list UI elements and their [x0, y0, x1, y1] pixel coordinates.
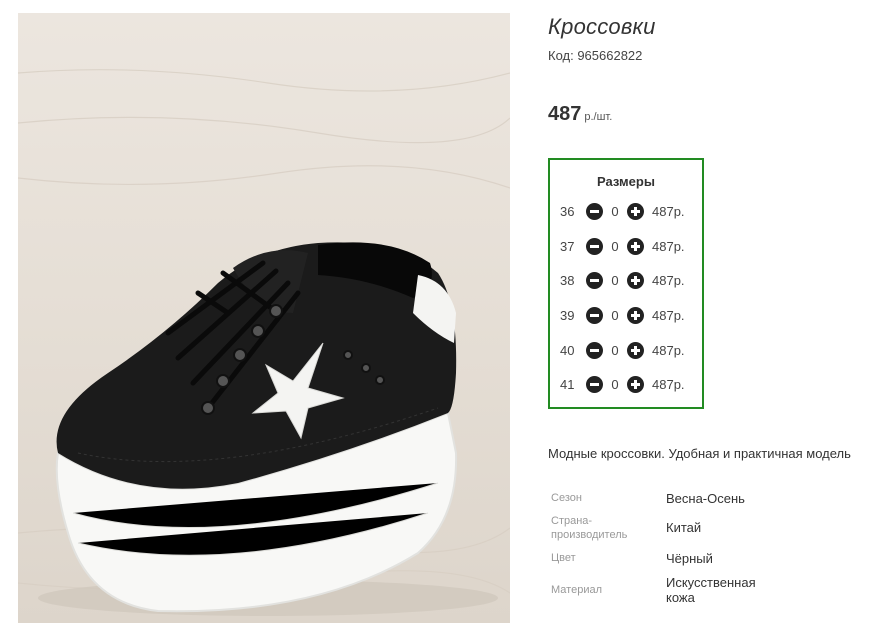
size-row: 36 0 487р.	[560, 201, 685, 221]
size-label: 37	[560, 238, 575, 254]
attr-label-material: Материал	[551, 584, 602, 596]
size-row: 37 0 487р.	[560, 236, 685, 256]
size-label: 38	[560, 272, 575, 288]
plus-icon[interactable]	[627, 306, 644, 324]
attr-value-material: Искусственная кожа	[666, 575, 756, 605]
minus-icon[interactable]	[586, 237, 603, 255]
sneaker-image	[18, 69, 510, 616]
quantity-value: 0	[611, 272, 619, 288]
product-description: Модные кроссовки. Удобная и практичная м…	[548, 446, 851, 461]
plus-icon[interactable]	[627, 341, 644, 359]
quantity-value: 0	[611, 238, 619, 254]
size-label: 36	[560, 203, 575, 219]
minus-icon[interactable]	[586, 271, 603, 289]
quantity-value: 0	[611, 203, 619, 219]
sizes-panel: Размеры 36 0 487р. 37 0 487р. 38 0 487р.…	[548, 158, 704, 409]
size-row: 41 0 487р.	[560, 374, 685, 394]
product-photo[interactable]	[18, 13, 510, 623]
quantity-value: 0	[611, 376, 619, 392]
size-label: 39	[560, 307, 575, 323]
minus-icon[interactable]	[586, 375, 603, 393]
size-row: 38 0 487р.	[560, 270, 685, 290]
plus-icon[interactable]	[627, 237, 644, 255]
size-row: 39 0 487р.	[560, 305, 685, 325]
minus-icon[interactable]	[586, 202, 603, 220]
sizes-title: Размеры	[597, 174, 655, 189]
size-price: 487р.	[652, 203, 685, 219]
price-unit: р./шт.	[584, 111, 613, 123]
size-label: 40	[560, 342, 575, 358]
attr-value-color: Чёрный	[666, 551, 713, 566]
attr-label-country: Страна-производитель	[551, 515, 628, 541]
size-price: 487р.	[652, 238, 685, 254]
attr-value-season: Весна-Осень	[666, 491, 745, 506]
plus-icon[interactable]	[627, 202, 644, 220]
size-price: 487р.	[652, 272, 685, 288]
plus-icon[interactable]	[627, 375, 644, 393]
size-label: 41	[560, 376, 575, 392]
minus-icon[interactable]	[586, 306, 603, 324]
attr-label-season: Сезон	[551, 492, 582, 504]
size-price: 487р.	[652, 342, 685, 358]
size-price: 487р.	[652, 307, 685, 323]
product-price: 487 р./шт.	[548, 103, 612, 126]
minus-icon[interactable]	[586, 341, 603, 359]
quantity-value: 0	[611, 307, 619, 323]
price-value: 487	[548, 103, 582, 125]
plus-icon[interactable]	[627, 271, 644, 289]
attr-value-country: Китай	[666, 520, 702, 535]
size-row: 40 0 487р.	[560, 340, 685, 360]
product-title: Кроссовки	[548, 14, 656, 39]
product-code: Код: 965662822	[548, 48, 643, 63]
attr-label-color: Цвет	[551, 552, 576, 564]
quantity-value: 0	[611, 342, 619, 358]
size-price: 487р.	[652, 376, 685, 392]
